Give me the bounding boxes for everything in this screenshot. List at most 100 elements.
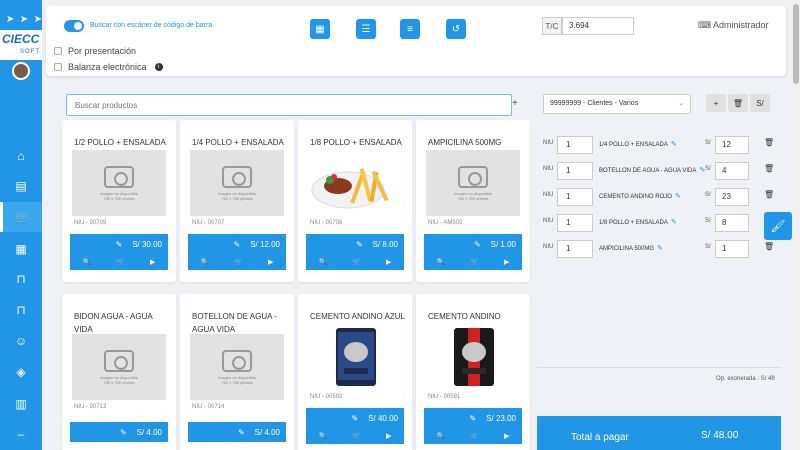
edit-price-icon[interactable]: ✎ xyxy=(120,428,127,437)
product-search[interactable] xyxy=(66,94,512,116)
product-price: S/ 12.00 xyxy=(250,239,280,249)
undo-button[interactable]: ↺ xyxy=(446,19,466,39)
product-card[interactable]: 1/8 POLLO + ENSALADA NIU - 00708 ✎ S/ 8.0… xyxy=(298,120,412,282)
edit-price-icon[interactable]: ✎ xyxy=(115,240,122,249)
logo-text: CIECC xyxy=(2,32,40,46)
barcode-toggle[interactable] xyxy=(64,20,84,32)
cart-price-input[interactable]: 1 xyxy=(715,240,749,258)
currency-button[interactable]: S/ xyxy=(750,94,770,112)
book-icon[interactable]: ▥ xyxy=(0,389,42,419)
cart-row: NIU 1 CEMENTO ANDINO ROJO ✎ S/ 23 🗑 xyxy=(537,184,781,208)
cart-price-input[interactable]: 23 xyxy=(715,188,749,206)
add-client-button[interactable]: + xyxy=(706,94,726,112)
search-icon[interactable]: 🔍 xyxy=(83,258,92,266)
add-product-button[interactable]: + xyxy=(512,98,518,109)
product-card[interactable]: CEMENTO ANDINO ROJO NIU - 00591 ✎S/ 23.0… xyxy=(416,294,530,450)
delete-client-button[interactable]: 🗑 xyxy=(728,94,748,112)
product-image: Imagen no disponible 750 x 750 pixeles xyxy=(72,334,166,400)
cart-qty-input[interactable]: 1 xyxy=(557,188,593,206)
detail-list-button[interactable]: ≡ xyxy=(400,19,420,39)
send-icon[interactable]: ➤ xyxy=(6,14,14,25)
scrollbar-thumb[interactable] xyxy=(793,4,799,84)
total-bar[interactable]: Total a pagar S/ 48.00 xyxy=(537,416,781,450)
search-icon[interactable]: 🔍 xyxy=(437,432,446,440)
edit-icon[interactable]: ✎ xyxy=(671,219,677,226)
user-icon[interactable]: ☺ xyxy=(0,326,42,356)
paint-roller-button[interactable]: 🖌 xyxy=(764,212,792,240)
search-icon[interactable]: 🔍 xyxy=(201,258,210,266)
search-icon[interactable]: 🔍 xyxy=(319,258,328,266)
product-image xyxy=(308,150,402,216)
cart-icon[interactable]: 🛒 xyxy=(470,258,479,266)
view-icon[interactable]: ▶ xyxy=(504,432,509,440)
balanza-option[interactable]: Balanza electrónica i xyxy=(54,62,163,72)
product-card[interactable]: BOTELLON DE AGUA - AGUA VIDA Imagen no d… xyxy=(180,294,294,450)
presentacion-option[interactable]: Por presentación xyxy=(54,46,136,56)
cart-price-input[interactable]: 12 xyxy=(715,136,749,154)
cart-icon[interactable]: 🛒 xyxy=(352,432,361,440)
view-icon[interactable]: ▶ xyxy=(504,258,509,266)
cart-icon[interactable]: 🛒 xyxy=(0,202,42,232)
edit-price-icon[interactable]: ✎ xyxy=(474,240,481,249)
edit-price-icon[interactable]: ✎ xyxy=(356,240,363,249)
product-card[interactable]: CEMENTO ANDINO AZUL NIU - 00592 ✎ S/ 40.0… xyxy=(298,294,412,450)
trash-icon[interactable]: 🗑 xyxy=(764,190,774,199)
cart-price-input[interactable]: 8 xyxy=(715,214,749,232)
avatar[interactable] xyxy=(12,62,30,80)
send-icon[interactable]: ➤ xyxy=(20,14,28,25)
product-price: S/ 4.00 xyxy=(136,427,162,437)
tc-label: T/C xyxy=(542,17,562,35)
scrollbar[interactable] xyxy=(792,0,800,450)
cart-currency: S/ xyxy=(705,140,711,146)
dashboard-icon[interactable]: ⌂ xyxy=(0,141,42,171)
grid-view-button[interactable]: ▦ xyxy=(310,19,330,39)
cart-icon[interactable]: 🛒 xyxy=(470,432,479,440)
send-icon[interactable]: ➤ xyxy=(34,14,42,25)
client-select[interactable]: 99999999 - Clientes - Varios ⌄ xyxy=(543,94,691,114)
edit-icon[interactable]: ✎ xyxy=(657,245,663,252)
search-input[interactable] xyxy=(67,95,511,116)
view-icon[interactable]: ▶ xyxy=(268,258,273,266)
product-card[interactable]: 1/2 POLLO + ENSALADA Imagen no disponibl… xyxy=(62,120,176,282)
box-icon[interactable]: ◈ xyxy=(0,357,42,387)
search-icon[interactable]: 🔍 xyxy=(319,432,328,440)
lock-icon[interactable]: ⊓ xyxy=(0,295,42,325)
edit-price-icon[interactable]: ✎ xyxy=(351,414,358,423)
trash-icon[interactable]: 🗑 xyxy=(764,242,774,251)
edit-icon[interactable]: ✎ xyxy=(675,193,681,200)
edit-price-icon[interactable]: ✎ xyxy=(233,240,240,249)
presentacion-checkbox[interactable] xyxy=(54,47,62,55)
edit-price-icon[interactable]: ✎ xyxy=(238,428,245,437)
view-icon[interactable]: ▶ xyxy=(150,258,155,266)
store-icon[interactable]: ▦ xyxy=(0,234,42,264)
cart-icon[interactable]: 🛒 xyxy=(352,258,361,266)
product-code: NIU - AM500 xyxy=(428,220,463,226)
lock-icon[interactable]: ⊓ xyxy=(0,264,42,294)
trash-icon[interactable]: 🗑 xyxy=(764,164,774,173)
edit-price-icon[interactable]: ✎ xyxy=(469,414,476,423)
product-card[interactable]: AMPICILINA 500MG Imagen no disponible 750… xyxy=(416,120,530,282)
balanza-checkbox[interactable] xyxy=(54,63,62,71)
info-icon[interactable]: i xyxy=(154,63,163,71)
product-code: NIU - 00709 xyxy=(74,220,107,226)
cart-qty-input[interactable]: 1 xyxy=(557,162,593,180)
admin-user[interactable]: ⌨ Administrador xyxy=(698,20,769,31)
list-view-button[interactable]: ☰ xyxy=(356,19,376,39)
product-card[interactable]: BIDON AGUA - AGUA VIDA Imagen no disponi… xyxy=(62,294,176,450)
cart-price-input[interactable]: 4 xyxy=(715,162,749,180)
document-icon[interactable]: ▤ xyxy=(0,171,42,201)
cart-qty-input[interactable]: 1 xyxy=(557,214,593,232)
product-image xyxy=(426,324,520,390)
trash-icon[interactable]: 🗑 xyxy=(764,138,774,147)
cart-qty-input[interactable]: 1 xyxy=(557,240,593,258)
product-card[interactable]: 1/4 POLLO + ENSALADA Imagen no disponibl… xyxy=(180,120,294,282)
search-icon[interactable]: 🔍 xyxy=(437,258,446,266)
view-icon[interactable]: ▶ xyxy=(386,258,391,266)
more-icon[interactable]: – xyxy=(0,419,42,449)
exchange-rate-input[interactable]: 3.694 xyxy=(562,17,634,35)
view-icon[interactable]: ▶ xyxy=(386,432,391,440)
cart-icon[interactable]: 🛒 xyxy=(234,258,243,266)
cart-icon[interactable]: 🛒 xyxy=(116,258,125,266)
edit-icon[interactable]: ✎ xyxy=(671,141,677,148)
cart-qty-input[interactable]: 1 xyxy=(557,136,593,154)
